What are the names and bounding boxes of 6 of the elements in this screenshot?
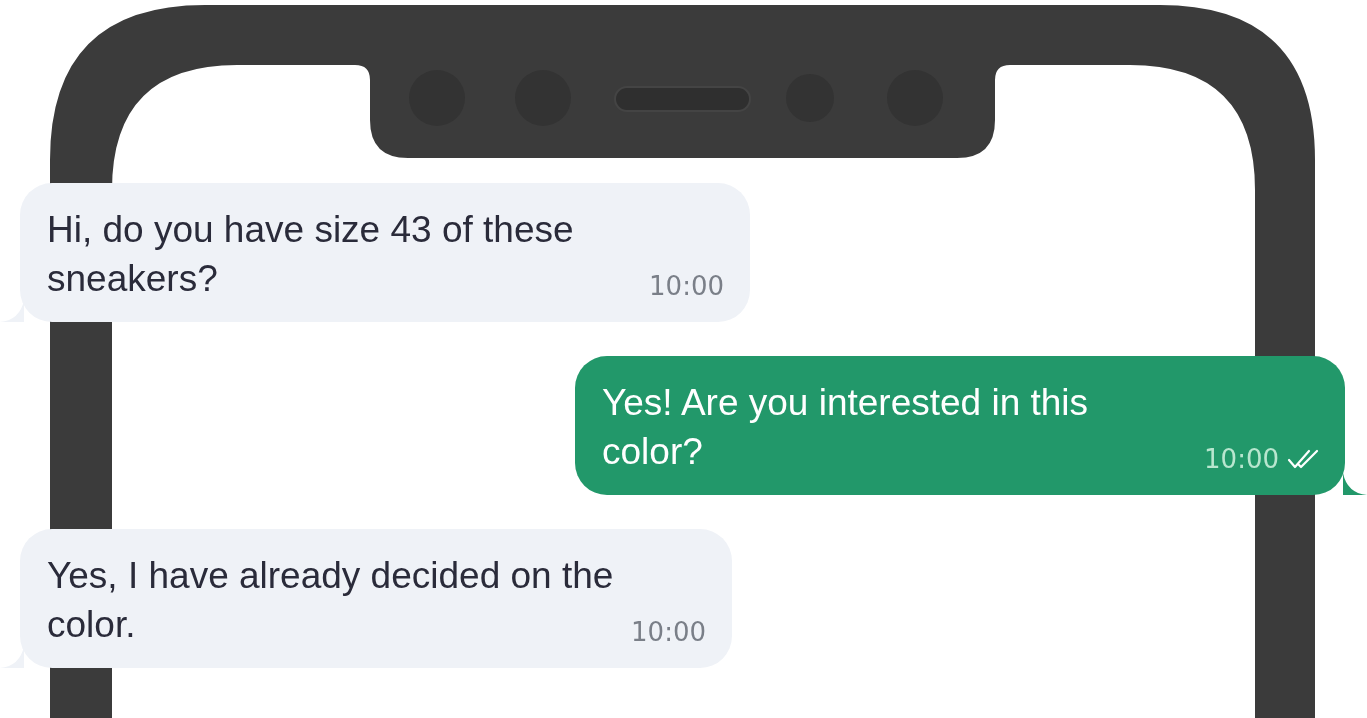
message-time: 10:00: [649, 271, 724, 301]
message-text: Hi, do you have size 43 of these sneakers?: [47, 208, 575, 301]
message-text: Yes, I have already decided on the color.: [47, 554, 615, 647]
message-time: 10:00: [631, 617, 706, 647]
message-time: 10:00: [1204, 444, 1279, 474]
message-text: Yes! Are you interested in this color?: [602, 381, 1090, 474]
